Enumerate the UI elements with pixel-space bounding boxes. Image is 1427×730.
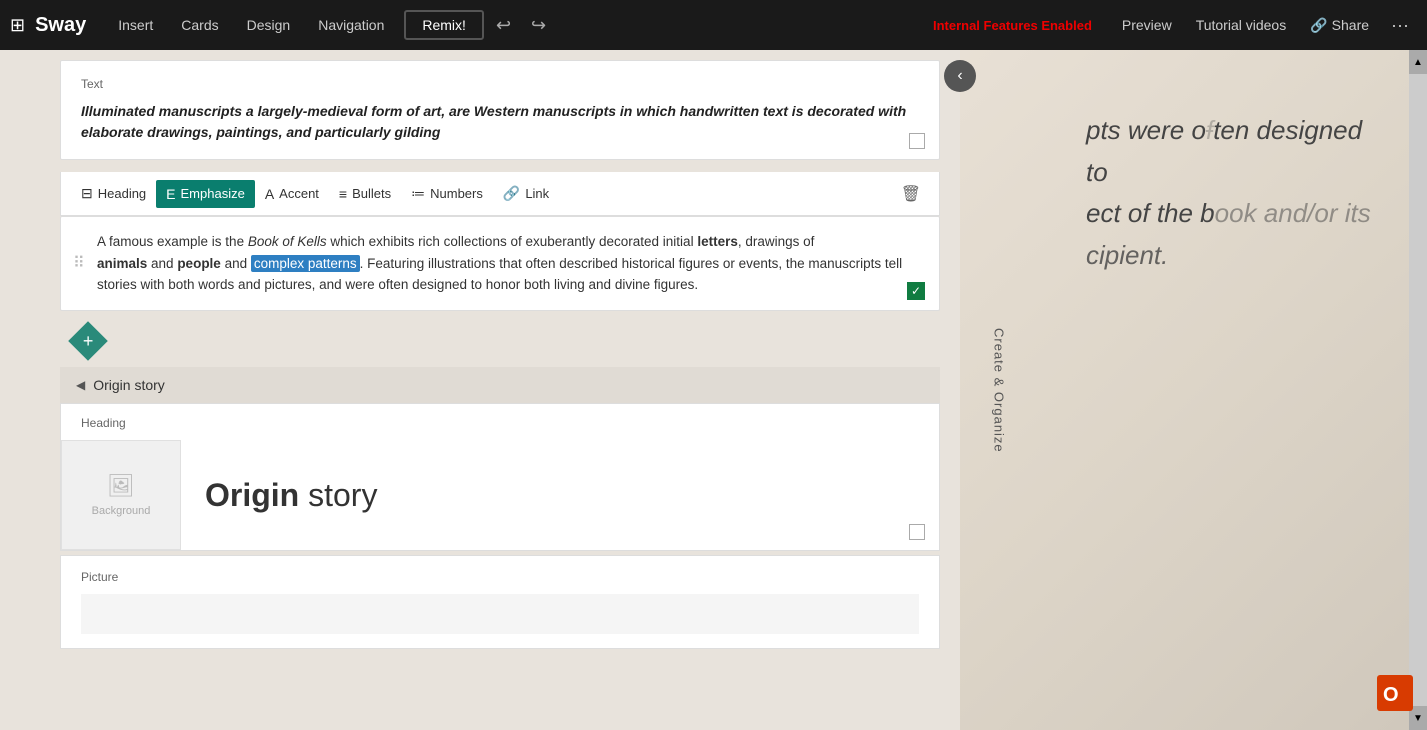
picture-placeholder[interactable] <box>81 594 919 634</box>
numbers-icon: ≔ <box>411 185 425 202</box>
scroll-up-icon: ▲ <box>1413 57 1423 68</box>
text-pre-kells: A famous example is the <box>97 234 248 249</box>
accent-icon: A <box>265 186 274 202</box>
chevron-left-icon: ‹ <box>957 67 962 85</box>
text-body-content: A famous example is the Book of Kells wh… <box>97 231 919 296</box>
text-body[interactable]: ⠿ A famous example is the Book of Kells … <box>61 217 939 310</box>
preview-button[interactable]: Preview <box>1112 11 1182 39</box>
text-and2: and <box>221 256 251 271</box>
bullets-button[interactable]: ≡ Bullets <box>329 180 401 208</box>
preview-pre1: pts were o <box>1086 115 1206 145</box>
text-card: Text Illuminated manuscripts a largely-m… <box>60 60 940 160</box>
grid-icon[interactable]: ⊞ <box>10 15 25 36</box>
formatting-toolbar: ⊟ Heading E Emphasize A Accent ≡ Bullets… <box>60 172 940 216</box>
internal-features-label: Internal Features Enabled <box>933 18 1092 33</box>
emphasize-button[interactable]: E Emphasize <box>156 180 255 208</box>
delete-button[interactable]: 🗑 <box>893 178 929 210</box>
scroll-bar: ▲ ▼ <box>1409 50 1427 730</box>
menu-navigation[interactable]: Navigation <box>306 11 396 39</box>
text-post-kells: which exhibits rich collections of exube… <box>327 234 698 249</box>
undo-button[interactable]: ↩ <box>488 9 519 42</box>
numbers-button[interactable]: ≔ Numbers <box>401 179 493 208</box>
share-button[interactable]: 🔗 Share <box>1300 11 1379 40</box>
heading-button[interactable]: ⊟ Heading <box>71 179 156 208</box>
create-organize-panel: Create & Organize <box>984 50 1014 730</box>
section-collapse-arrow[interactable]: ◀ <box>76 378 85 392</box>
origin-story-section: ◀ Origin story Heading 🖼 Background Orig… <box>60 367 940 649</box>
emphasize-icon: E <box>166 186 175 202</box>
tutorial-button[interactable]: Tutorial videos <box>1186 11 1297 39</box>
link-button[interactable]: 🔗 Link <box>493 179 559 208</box>
more-button[interactable]: ··· <box>1383 9 1417 42</box>
sidebar-toggle-button[interactable]: ‹ <box>944 60 976 92</box>
right-panel: ‹ Create & Organize pts were often desig… <box>960 50 1427 730</box>
bullets-icon: ≡ <box>339 186 347 202</box>
text-body-card: ⠿ A famous example is the Book of Kells … <box>60 216 940 311</box>
section-title: Origin story <box>93 377 165 393</box>
remix-button[interactable]: Remix! <box>404 10 484 40</box>
link-icon: 🔗 <box>503 185 520 202</box>
text-body-checkbox[interactable]: ✓ <box>907 282 925 300</box>
topbar: ⊞ Sway Insert Cards Design Navigation Re… <box>0 0 1427 50</box>
preview-line1: pts were often designed to <box>1086 110 1381 193</box>
office-logo: O <box>1377 675 1413 716</box>
text-and1: and <box>147 256 177 271</box>
section-header: ◀ Origin story <box>60 367 940 403</box>
scroll-up-button[interactable]: ▲ <box>1409 50 1427 74</box>
menu-cards[interactable]: Cards <box>169 11 230 39</box>
svg-text:O: O <box>1383 684 1399 706</box>
heading-bold-part: Origin <box>205 477 299 513</box>
text-people: people <box>177 256 221 271</box>
heading-rest-part: story <box>299 477 377 513</box>
text-card-checkbox[interactable] <box>909 133 925 149</box>
menu-design[interactable]: Design <box>235 11 303 39</box>
main-layout: Text Illuminated manuscripts a largely-m… <box>0 50 1427 730</box>
add-content-button[interactable]: + <box>68 321 108 361</box>
text-kells: Book of Kells <box>248 234 327 249</box>
drag-handle[interactable]: ⠿ <box>73 253 85 273</box>
redo-button[interactable]: ↪ <box>523 9 554 42</box>
heading-card-label: Heading <box>61 404 939 430</box>
text-letters: letters <box>697 234 738 249</box>
app-logo: Sway <box>35 14 86 37</box>
text-animals: animals <box>97 256 147 271</box>
picture-card: Picture <box>60 555 940 649</box>
preview-line2: ect of the book and/or its <box>1086 193 1381 235</box>
accent-button[interactable]: A Accent <box>255 180 329 208</box>
text-card-label: Text <box>81 77 919 91</box>
heading-checkbox[interactable] <box>909 524 925 540</box>
preview-line3: cipient. <box>1086 235 1381 277</box>
preview-strike: f <box>1206 115 1213 145</box>
heading-title: Origin story <box>205 476 377 514</box>
bg-label: Background <box>92 505 151 517</box>
heading-text-area[interactable]: Origin story <box>181 440 939 550</box>
preview-text: pts were often designed to ect of the bo… <box>1086 110 1381 276</box>
text-card-content[interactable]: Illuminated manuscripts a largely-mediev… <box>81 101 919 143</box>
text-card-body: Text Illuminated manuscripts a largely-m… <box>61 61 939 159</box>
menu-insert[interactable]: Insert <box>106 11 165 39</box>
text-drawings: , drawings of <box>738 234 815 249</box>
office-logo-svg: O <box>1377 675 1413 711</box>
create-organize-label: Create & Organize <box>992 328 1007 453</box>
heading-card: Heading 🖼 Background Origin story <box>60 403 940 551</box>
image-icon: 🖼 <box>107 473 135 499</box>
heading-bg-placeholder[interactable]: 🖼 Background <box>61 440 181 550</box>
heading-icon: ⊟ <box>81 185 93 202</box>
preview-area: pts were often designed to ect of the bo… <box>960 50 1427 730</box>
editor-panel: Text Illuminated manuscripts a largely-m… <box>0 50 960 730</box>
share-icon: 🔗 <box>1310 17 1327 34</box>
text-complex-patterns: complex patterns <box>251 255 360 272</box>
scroll-down-icon: ▼ <box>1413 713 1423 724</box>
preview-mid2: ook and/or its <box>1215 198 1371 228</box>
picture-card-label: Picture <box>81 570 919 584</box>
